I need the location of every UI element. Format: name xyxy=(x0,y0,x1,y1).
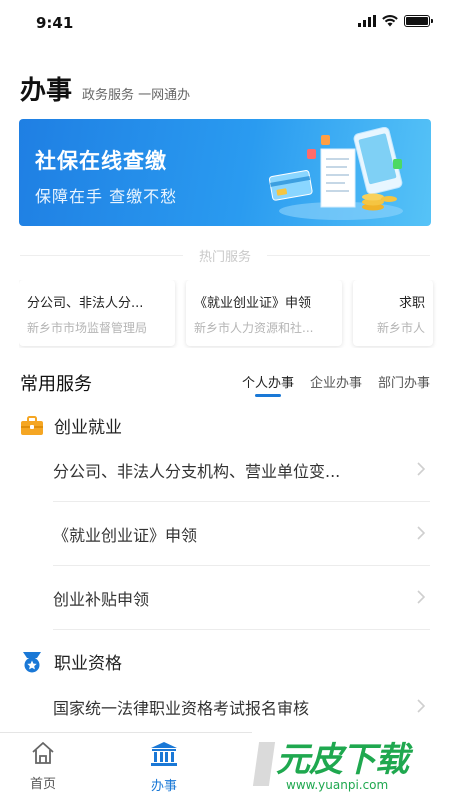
page-header: 办事 政务服务 一网通办 xyxy=(20,70,190,107)
group-header-employment: 创业就业 xyxy=(20,413,122,438)
list-item-label: 分公司、非法人分支机构、营业单位变... xyxy=(53,461,341,481)
chevron-right-icon xyxy=(417,526,426,540)
banner-title: 社保在线查缴 xyxy=(35,149,167,173)
watermark-logo: 元皮下载 xyxy=(276,740,409,780)
chevron-right-icon xyxy=(417,699,426,713)
tabbar-item-home[interactable]: 首页 xyxy=(13,741,73,792)
hot-service-title: 求职 xyxy=(398,296,425,311)
page-title: 办事 xyxy=(20,76,73,106)
social-security-illustration-icon xyxy=(268,127,403,220)
watermark-badge xyxy=(252,742,276,786)
bank-icon xyxy=(151,742,177,766)
list-item-label: 国家统一法律职业资格考试报名审核 xyxy=(53,699,310,718)
chevron-right-icon xyxy=(417,462,426,476)
tab-enterprise[interactable]: 企业办事 xyxy=(310,372,362,391)
battery-icon xyxy=(404,15,433,27)
group-title: 创业就业 xyxy=(54,418,122,438)
hot-services-row[interactable]: 分公司、非法人分... 新乡市市场监督管理局 《就业创业证》申领 新乡市人力资源… xyxy=(19,280,450,348)
list-item[interactable]: 《就业创业证》申领 xyxy=(53,502,430,566)
hot-service-title: 《就业创业证》申领 xyxy=(194,296,312,311)
medal-icon xyxy=(23,651,41,672)
hot-service-title: 分公司、非法人分... xyxy=(27,296,144,311)
list-item-label: 《就业创业证》申领 xyxy=(53,525,198,545)
tab-department[interactable]: 部门办事 xyxy=(378,372,430,391)
banner-subtitle: 保障在手 查缴不愁 xyxy=(35,187,178,206)
watermark: 元皮下载 www.yuanpi.com xyxy=(252,728,450,800)
group-title: 职业资格 xyxy=(54,654,122,674)
chevron-right-icon xyxy=(417,590,426,604)
hot-service-card[interactable]: 分公司、非法人分... 新乡市市场监督管理局 xyxy=(19,280,175,346)
tabbar-label: 办事 xyxy=(150,779,177,794)
status-icons xyxy=(358,15,433,27)
service-tabs: 个人办事 企业办事 部门办事 xyxy=(242,372,430,397)
page-subtitle: 政务服务 一网通办 xyxy=(82,88,191,103)
list-item-label: 创业补贴申领 xyxy=(53,589,150,609)
briefcase-icon xyxy=(21,415,43,435)
tab-personal[interactable]: 个人办事 xyxy=(242,372,294,397)
wifi-icon xyxy=(382,15,398,27)
hot-service-dept: 新乡市市场监督管理局 xyxy=(27,321,148,335)
status-bar: 9:41 xyxy=(0,0,450,44)
hot-services-label: 热门服务 xyxy=(199,249,252,265)
hot-services-heading: 热门服务 xyxy=(20,246,431,265)
hot-service-dept: 新乡市人 xyxy=(376,321,425,335)
hot-service-card[interactable]: 《就业创业证》申领 新乡市人力资源和社... xyxy=(186,280,342,346)
common-services-title: 常用服务 xyxy=(20,374,92,395)
watermark-url: www.yuanpi.com xyxy=(286,778,389,792)
group-header-qualification: 职业资格 xyxy=(20,649,122,674)
list-item[interactable]: 创业补贴申领 xyxy=(53,566,430,630)
home-icon xyxy=(32,742,54,764)
signal-icon xyxy=(358,15,376,27)
hot-service-dept: 新乡市人力资源和社... xyxy=(194,321,314,335)
promo-banner[interactable]: 社保在线查缴 保障在手 查缴不愁 xyxy=(19,119,431,226)
tabbar-label: 首页 xyxy=(29,777,56,792)
divider-left xyxy=(20,254,183,256)
common-services-header: 常用服务 个人办事 企业办事 部门办事 xyxy=(20,370,430,400)
list-item[interactable]: 分公司、非法人分支机构、营业单位变... xyxy=(53,438,430,502)
tabbar-item-services[interactable]: 办事 xyxy=(134,741,194,794)
divider-right xyxy=(267,254,431,256)
status-time: 9:41 xyxy=(36,14,74,32)
hot-service-card[interactable]: 求职 新乡市人 xyxy=(353,280,433,346)
